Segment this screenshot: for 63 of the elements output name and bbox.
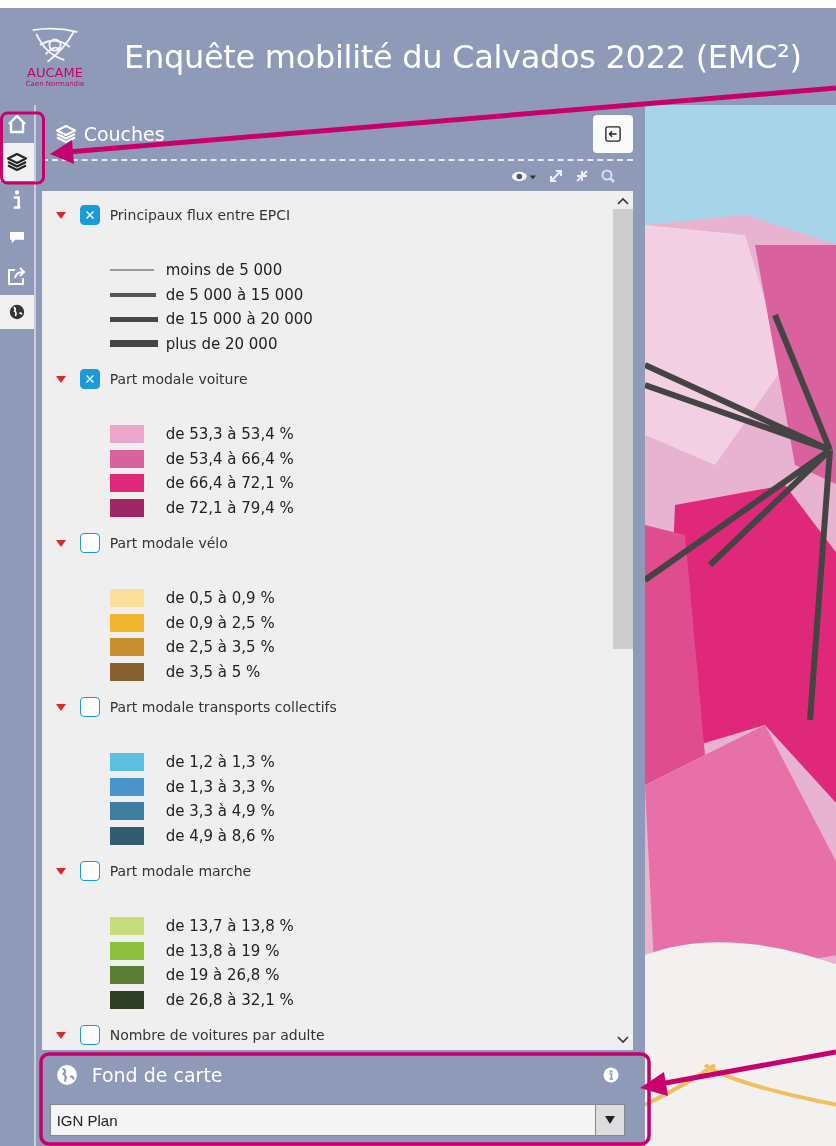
legend-label: de 3,3 à 4,9 %: [165, 802, 275, 821]
info-icon: [11, 189, 22, 211]
legend-label: de 26,8 à 32,1 %: [165, 990, 294, 1009]
collapse-icon[interactable]: [574, 169, 589, 183]
share-icon: [6, 266, 27, 286]
expand-icon[interactable]: [548, 169, 563, 183]
expand-triangle-icon[interactable]: [55, 374, 66, 384]
expand-triangle-icon[interactable]: [55, 1030, 66, 1040]
legend-label: de 2,5 à 3,5 %: [165, 638, 275, 657]
comment-icon: [8, 231, 25, 245]
cross-icon: [84, 210, 95, 220]
layer-title: Part modale vélo: [109, 535, 228, 551]
legend-label: de 53,3 à 53,4 %: [165, 425, 294, 444]
layer-checkbox[interactable]: [79, 533, 100, 553]
legend-label: de 5 000 à 15 000: [165, 285, 304, 304]
legend-label: de 1,2 à 1,3 %: [165, 753, 275, 772]
layer-title: Part modale transports collectifs: [109, 699, 337, 715]
layer-checkbox[interactable]: [79, 1025, 100, 1045]
collapse-panel-button[interactable]: [592, 115, 633, 153]
globe-button[interactable]: [0, 295, 34, 329]
legend-label: de 4,9 à 8,6 %: [165, 826, 275, 845]
dropdown-caret-icon: [604, 1116, 615, 1124]
layer-title: Part modale marche: [109, 863, 252, 879]
layers-icon: [55, 124, 76, 144]
legend-label: de 3,5 à 5 %: [165, 662, 261, 681]
logo-name: AUCAME: [27, 65, 83, 80]
legend-label: de 1,3 à 3,3 %: [165, 777, 275, 796]
layer-title: Principaux flux entre EPCI: [109, 207, 291, 223]
legend-label: de 66,4 à 72,1 %: [165, 474, 294, 493]
info-icon[interactable]: [602, 1067, 619, 1083]
expand-triangle-icon[interactable]: [55, 538, 66, 548]
layer-checkbox[interactable]: [79, 369, 100, 389]
globe-icon: [55, 1064, 78, 1086]
basemap-title: Fond de carte: [91, 1064, 223, 1086]
app-title: Enquête mobilité du Calvados 2022 (EMC²): [124, 37, 802, 76]
layer-checkbox[interactable]: [79, 861, 100, 881]
visibility-icon[interactable]: [510, 169, 537, 183]
layer-title: Nombre de voitures par adulte: [109, 1027, 325, 1043]
globe-icon: [8, 304, 25, 320]
layer-checkbox[interactable]: [79, 697, 100, 717]
legend-label: plus de 20 000: [165, 334, 278, 353]
basemap-select[interactable]: IGN Plan: [49, 1104, 625, 1136]
expand-triangle-icon[interactable]: [55, 702, 66, 712]
scrollbar-thumb[interactable]: [612, 209, 633, 649]
panel-title: Couches: [83, 123, 165, 145]
legend-label: moins de 5 000: [165, 261, 283, 280]
scroll-down-icon[interactable]: [616, 1036, 629, 1044]
legend-label: de 13,8 à 19 %: [165, 941, 280, 960]
scroll-up-icon[interactable]: [616, 197, 629, 205]
legend-label: de 72,1 à 79,4 %: [165, 498, 294, 517]
legend-label: de 15 000 à 20 000: [165, 310, 313, 329]
home-icon: [6, 114, 27, 134]
legend-label: de 13,7 à 13,8 %: [165, 917, 294, 936]
legend-label: de 53,4 à 66,4 %: [165, 449, 294, 468]
legend-label: de 0,5 à 0,9 %: [165, 589, 275, 608]
expand-triangle-icon[interactable]: [55, 210, 66, 220]
layer-checkbox[interactable]: [79, 205, 100, 225]
cross-icon: [84, 374, 95, 384]
legend-label: de 19 à 26,8 %: [165, 966, 280, 985]
layer-title: Part modale voiture: [109, 371, 248, 387]
legend-label: de 0,9 à 2,5 %: [165, 613, 275, 632]
layers-icon: [6, 152, 27, 172]
expand-triangle-icon[interactable]: [55, 866, 66, 876]
